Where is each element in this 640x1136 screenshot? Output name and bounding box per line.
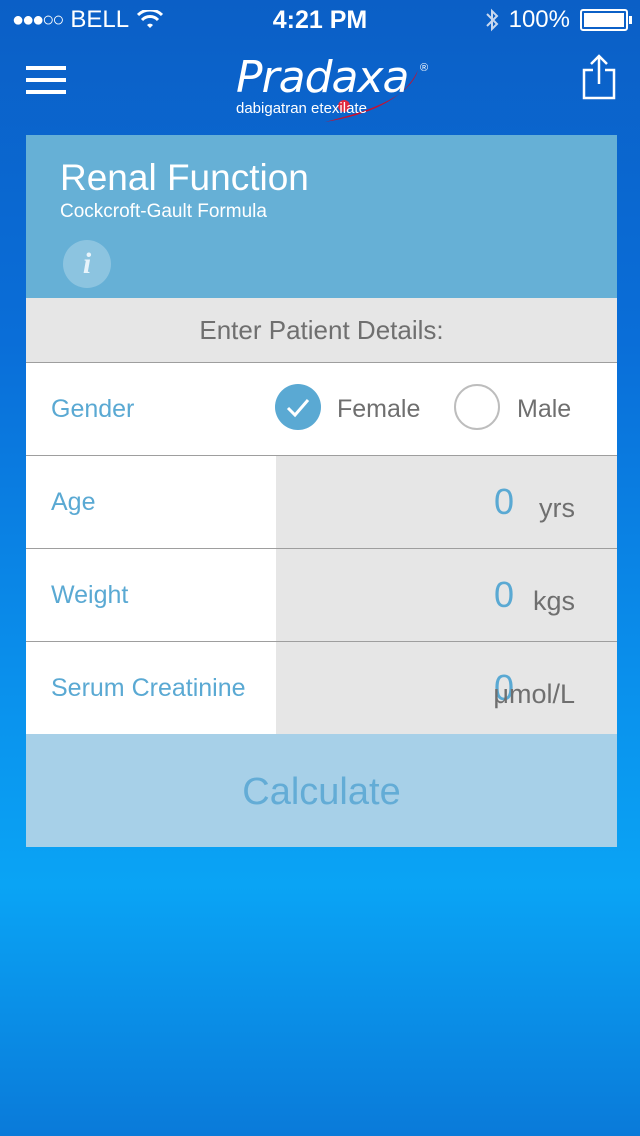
battery-percent: 100%: [508, 6, 570, 33]
status-bar: ●●●○○ BELL 4:21 PM 100%: [0, 0, 640, 40]
registered-mark: ®: [420, 62, 429, 74]
battery-icon: [580, 9, 632, 31]
female-radio[interactable]: [275, 384, 321, 430]
weight-label: Weight: [51, 581, 129, 609]
card-header: Renal Function Cockcroft-Gault Formula i: [26, 135, 617, 298]
info-icon[interactable]: i: [63, 240, 111, 288]
calculate-button[interactable]: Calculate: [26, 734, 617, 847]
brand-name: Pradaxa: [236, 52, 409, 103]
weight-row: Weight 0 kgs: [26, 549, 617, 642]
checkmark-icon: [286, 399, 310, 418]
weight-unit: kgs: [532, 586, 575, 616]
male-radio[interactable]: [454, 384, 500, 430]
bluetooth-icon: [485, 8, 499, 32]
age-label: Age: [51, 488, 96, 516]
weight-value: 0: [493, 574, 514, 615]
pradaxa-logo: Pradaxa ® dabigatran etexilate: [230, 50, 430, 130]
hamburger-menu-icon[interactable]: [26, 66, 66, 94]
gender-label: Gender: [51, 395, 135, 423]
female-option-label[interactable]: Female: [337, 363, 420, 455]
creatinine-unit: μmol/L: [493, 679, 575, 709]
navigation-bar: Pradaxa ® dabigatran etexilate: [0, 40, 640, 130]
male-option-label[interactable]: Male: [517, 363, 571, 455]
age-input[interactable]: 0 yrs: [276, 456, 617, 548]
creatinine-label: Serum Creatinine: [51, 674, 246, 702]
share-icon[interactable]: [582, 54, 616, 100]
creatinine-row: Serum Creatinine 0 μmol/L: [26, 642, 617, 734]
generic-name: dabigatran etexilate: [236, 100, 367, 117]
status-right: 100%: [485, 6, 632, 34]
age-value: 0: [493, 481, 514, 522]
renal-function-card: Renal Function Cockcroft-Gault Formula i…: [26, 135, 617, 847]
section-label: Enter Patient Details:: [26, 298, 617, 363]
age-unit: yrs: [539, 493, 575, 523]
age-row: Age 0 yrs: [26, 456, 617, 549]
page-title: Renal Function: [60, 157, 309, 198]
creatinine-input[interactable]: 0 μmol/L: [276, 642, 617, 734]
weight-input[interactable]: 0 kgs: [276, 549, 617, 641]
gender-row: Gender Female Male: [26, 363, 617, 456]
page-subtitle: Cockcroft-Gault Formula: [60, 201, 267, 222]
